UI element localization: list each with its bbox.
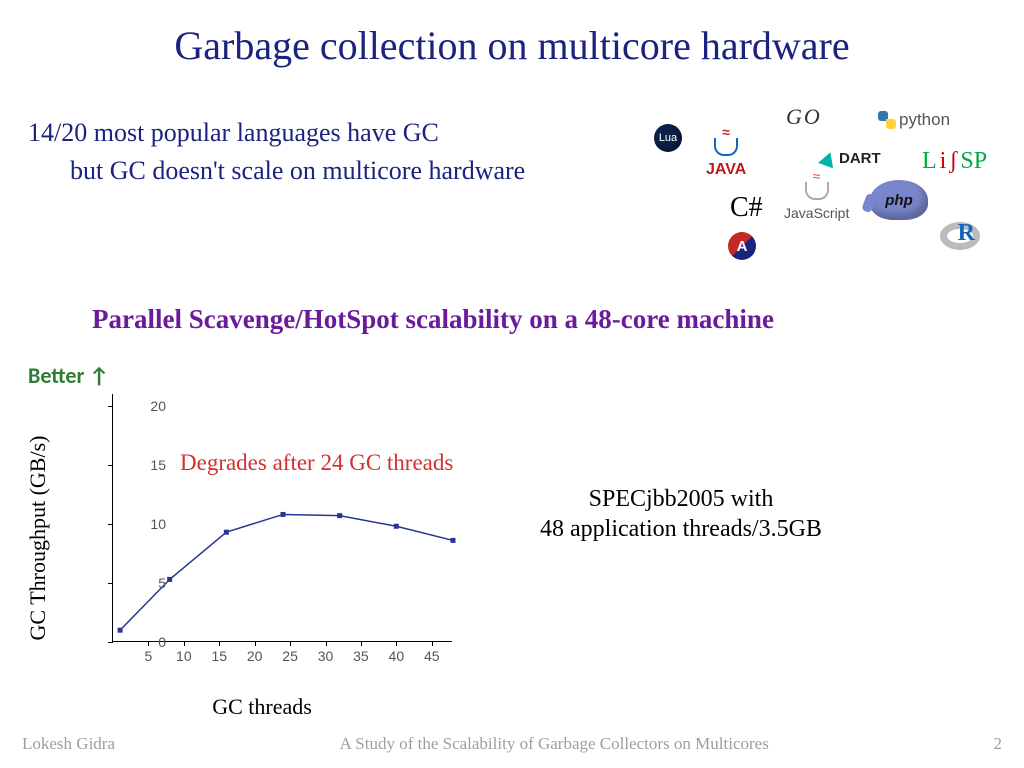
java-icon: ≈ JAVA (706, 138, 746, 179)
language-logos: Lua ≈ JAVA GO python DART LiʃSP C# ≈ Jav… (636, 98, 996, 268)
footer-author: Lokesh Gidra (22, 734, 115, 754)
bullet-list: 14/20 most popular languages have GC but… (28, 118, 525, 186)
chart-annotation: Degrades after 24 GC threads (180, 450, 453, 476)
dart-icon: DART (820, 150, 881, 167)
dart-label: DART (839, 150, 881, 167)
x-axis-label: GC threads (52, 694, 472, 720)
clojure-icon: A (728, 232, 756, 260)
bullet-sub: but GC doesn't scale on multicore hardwa… (28, 148, 525, 186)
better-indicator: Better ↑ (28, 362, 109, 389)
footer-page: 2 (994, 734, 1003, 754)
php-label: php (870, 180, 928, 220)
chart-caption: SPECjbb2005 with 48 application threads/… (540, 484, 822, 544)
javascript-icon: ≈ JavaScript (784, 182, 849, 221)
r-label: R (958, 220, 975, 247)
lua-icon: Lua (654, 124, 682, 152)
java-label: JAVA (706, 161, 746, 179)
plot-area: 0510152051015202530354045 (112, 394, 452, 642)
slide-footer: Lokesh Gidra A Study of the Scalability … (0, 734, 1024, 754)
lisp-icon: LiʃSP (922, 148, 987, 175)
bullet-main: 14/20 most popular languages have GC (28, 118, 525, 148)
y-axis-label: GC Throughput (GB/s) (25, 436, 51, 641)
throughput-chart: GC Throughput (GB/s) 0510152051015202530… (52, 388, 472, 688)
caption-line1: SPECjbb2005 with (540, 484, 822, 514)
caption-line2: 48 application threads/3.5GB (540, 514, 822, 544)
csharp-icon: C# (730, 192, 763, 224)
slide-title: Garbage collection on multicore hardware (0, 0, 1024, 69)
php-icon: php (870, 180, 928, 220)
chart-title: Parallel Scavenge/HotSpot scalability on… (92, 304, 774, 335)
r-icon: R (940, 222, 980, 250)
js-label: JavaScript (784, 205, 849, 221)
python-icon: python (878, 110, 950, 130)
footer-title: A Study of the Scalability of Garbage Co… (340, 734, 769, 754)
lua-label: Lua (654, 124, 682, 152)
python-label: python (899, 110, 950, 130)
go-icon: GO (786, 104, 822, 130)
